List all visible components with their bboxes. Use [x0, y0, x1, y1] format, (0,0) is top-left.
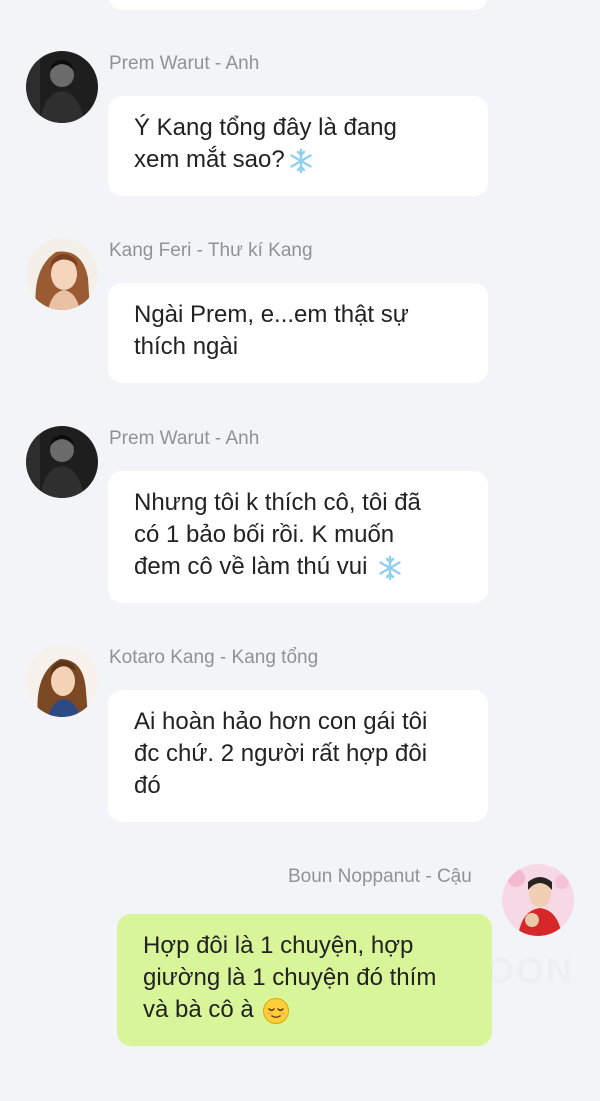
relieved-face-icon [262, 997, 290, 1025]
message-line: đc chứ. 2 người rất hợp đôi [134, 740, 428, 767]
message-line: Ngài Prem, e...em thật sự [134, 301, 409, 328]
sender-name: Kotaro Kang - Kang tổng [109, 647, 319, 668]
snowflake-icon [376, 554, 404, 582]
prem-avatar[interactable] [26, 426, 98, 498]
message-bubble[interactable]: Ý Kang tổng đây là đang xem mắt sao? [108, 96, 488, 196]
message-line: có 1 bảo bối rồi. K muốn [134, 521, 395, 548]
message-bubble-outgoing[interactable]: Hợp đôi là 1 chuyện, hợp giường là 1 chu… [117, 914, 492, 1046]
message-line: Ý Kang tổng đây là đang [134, 114, 397, 141]
kotaro-avatar[interactable] [26, 645, 98, 717]
boun-avatar[interactable] [502, 864, 574, 936]
watermark-text: OON [486, 950, 575, 991]
message-line: và bà cô à [143, 994, 466, 1026]
message-line: xem mắt sao? [134, 144, 462, 176]
sender-name: Kang Feri - Thư kí Kang [109, 240, 313, 261]
message-line: Ai hoàn hảo hơn con gái tôi [134, 708, 428, 735]
message-line: thích ngài [134, 333, 239, 360]
previous-message-bubble [108, 0, 488, 10]
message-line: giường là 1 chuyện đó thím [143, 964, 437, 991]
prem-avatar[interactable] [26, 51, 98, 123]
sender-name: Boun Noppanut - Cậu [288, 866, 472, 887]
message-line: Nhưng tôi k thích cô, tôi đã [134, 489, 421, 516]
message-line: Hợp đôi là 1 chuyện, hợp [143, 932, 414, 959]
message-bubble[interactable]: Nhưng tôi k thích cô, tôi đã có 1 bảo bố… [108, 471, 488, 603]
sender-name: Prem Warut - Anh [109, 428, 260, 449]
sender-name: Prem Warut - Anh [109, 53, 260, 74]
snowflake-icon [287, 147, 315, 175]
message-bubble[interactable]: Ngài Prem, e...em thật sự thích ngài [108, 283, 488, 383]
message-line: đó [134, 772, 161, 799]
message-line: đem cô về làm thú vui [134, 551, 462, 583]
feri-avatar[interactable] [26, 238, 98, 310]
message-bubble[interactable]: Ai hoàn hảo hơn con gái tôi đc chứ. 2 ng… [108, 690, 488, 822]
